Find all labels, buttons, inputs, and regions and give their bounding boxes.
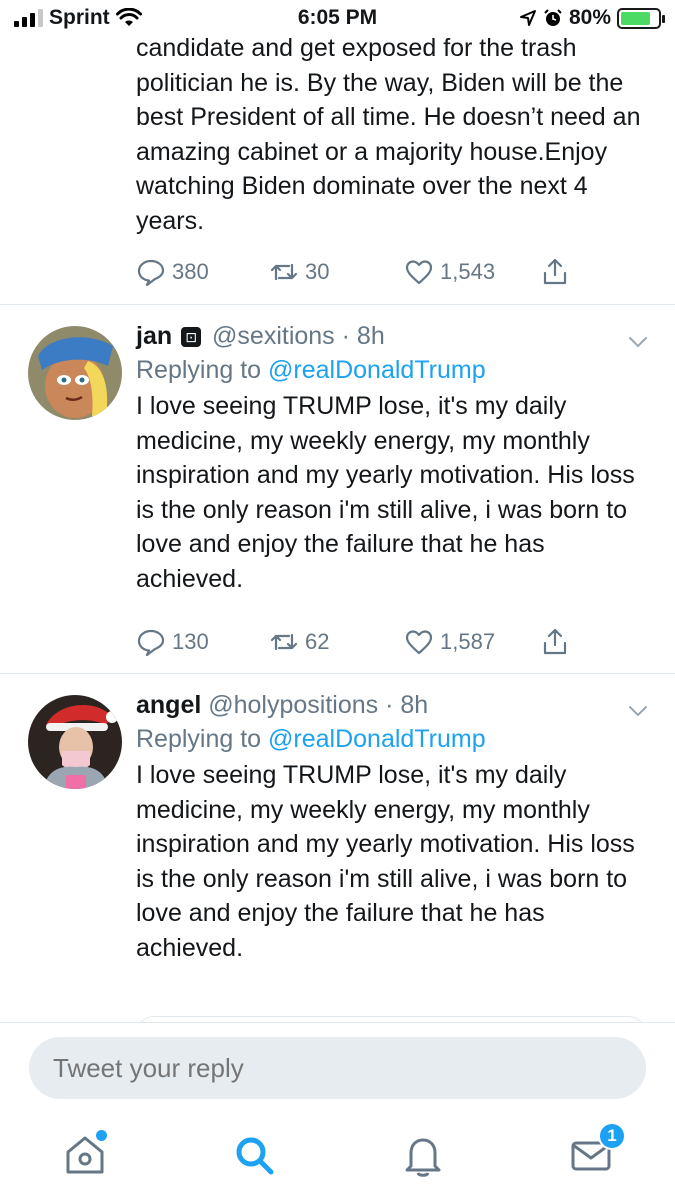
replying-prefix: Replying to (136, 356, 269, 384)
battery-icon (617, 7, 665, 29)
tweet-time: · 8h (385, 691, 429, 719)
chevron-down-icon[interactable] (627, 700, 649, 722)
username[interactable]: @holypositions (208, 691, 378, 719)
status-bar: Sprint 6:05 PM 80% (0, 0, 675, 36)
tab-messages[interactable]: 1 (568, 1122, 626, 1178)
retweet-count: 62 (305, 629, 330, 654)
reply-input[interactable] (29, 1037, 646, 1099)
retweet-count: 30 (305, 259, 330, 284)
avatar-image (28, 326, 122, 420)
reply-button[interactable]: 130 (136, 627, 209, 657)
tab-notifications[interactable] (400, 1132, 446, 1178)
tab-home[interactable] (62, 1130, 108, 1178)
share-button[interactable] (540, 627, 570, 657)
reply-count: 380 (172, 259, 209, 284)
retweet-icon (270, 263, 298, 281)
display-name[interactable]: angel (136, 691, 201, 719)
mention-link[interactable]: @realDonaldTrump (268, 725, 486, 753)
new-content-dot (96, 1130, 107, 1141)
tweet-text: candidate and get exposed for the trash … (136, 34, 641, 235)
location-arrow-icon (519, 10, 536, 26)
retweet-button[interactable]: 30 (269, 257, 329, 287)
status-right: 80% (519, 6, 665, 30)
messages-badge: 1 (598, 1122, 626, 1150)
heart-icon (405, 630, 433, 655)
tweet-actions: 130 62 1,587 (136, 627, 576, 661)
avatar-image (28, 695, 122, 789)
replying-to: Replying to @realDonaldTrump (136, 353, 656, 387)
tab-bar: 1 (0, 1122, 675, 1200)
tweet-header: angel @holypositions · 8h (136, 688, 656, 722)
display-name[interactable]: jan (136, 322, 172, 350)
avatar[interactable] (28, 695, 122, 789)
like-count: 1,587 (440, 629, 496, 654)
tweet[interactable]: jan ⊡ @sexitions · 8h Replying to @realD… (0, 305, 675, 674)
search-icon (236, 1137, 274, 1175)
bell-icon (405, 1138, 441, 1177)
share-icon (543, 628, 567, 655)
tweet[interactable]: angel @holypositions · 8h Replying to @r… (0, 674, 675, 1022)
tweet-time: · 8h (341, 322, 385, 350)
tweet-actions: 380 30 1,543 (136, 257, 576, 291)
heart-icon (405, 260, 433, 285)
badge-icon: ⊡ (181, 327, 202, 347)
reply-bar (0, 1022, 675, 1122)
username[interactable]: @sexitions (212, 322, 335, 350)
mention-link[interactable]: @realDonaldTrump (268, 356, 486, 384)
avatar[interactable] (28, 326, 122, 420)
like-button[interactable]: 1,587 (404, 627, 495, 657)
tweet-text: I love seeing TRUMP lose, it's my daily … (136, 392, 635, 593)
chevron-down-icon[interactable] (627, 331, 649, 353)
reply-count: 130 (172, 629, 209, 654)
tab-search[interactable] (231, 1132, 277, 1178)
battery-percent: 80% (568, 6, 611, 29)
retweet-icon (270, 633, 298, 651)
retweet-button[interactable]: 62 (269, 627, 329, 657)
reply-icon (137, 629, 165, 657)
battery-level (621, 11, 650, 25)
share-icon (543, 258, 567, 285)
share-button[interactable] (540, 257, 570, 287)
like-button[interactable]: 1,543 (404, 257, 495, 287)
replying-prefix: Replying to (136, 725, 269, 753)
alarm-icon (544, 9, 562, 26)
reply-icon (137, 259, 165, 287)
tweet-text: I love seeing TRUMP lose, it's my daily … (136, 761, 635, 962)
reply-feed[interactable]: candidate and get exposed for the trash … (0, 32, 675, 1022)
replying-to: Replying to @realDonaldTrump (136, 722, 656, 756)
like-count: 1,543 (440, 259, 496, 284)
reply-button[interactable]: 380 (136, 257, 209, 287)
tweet[interactable]: candidate and get exposed for the trash … (0, 32, 675, 305)
tweet-header: jan ⊡ @sexitions · 8h (136, 319, 656, 353)
